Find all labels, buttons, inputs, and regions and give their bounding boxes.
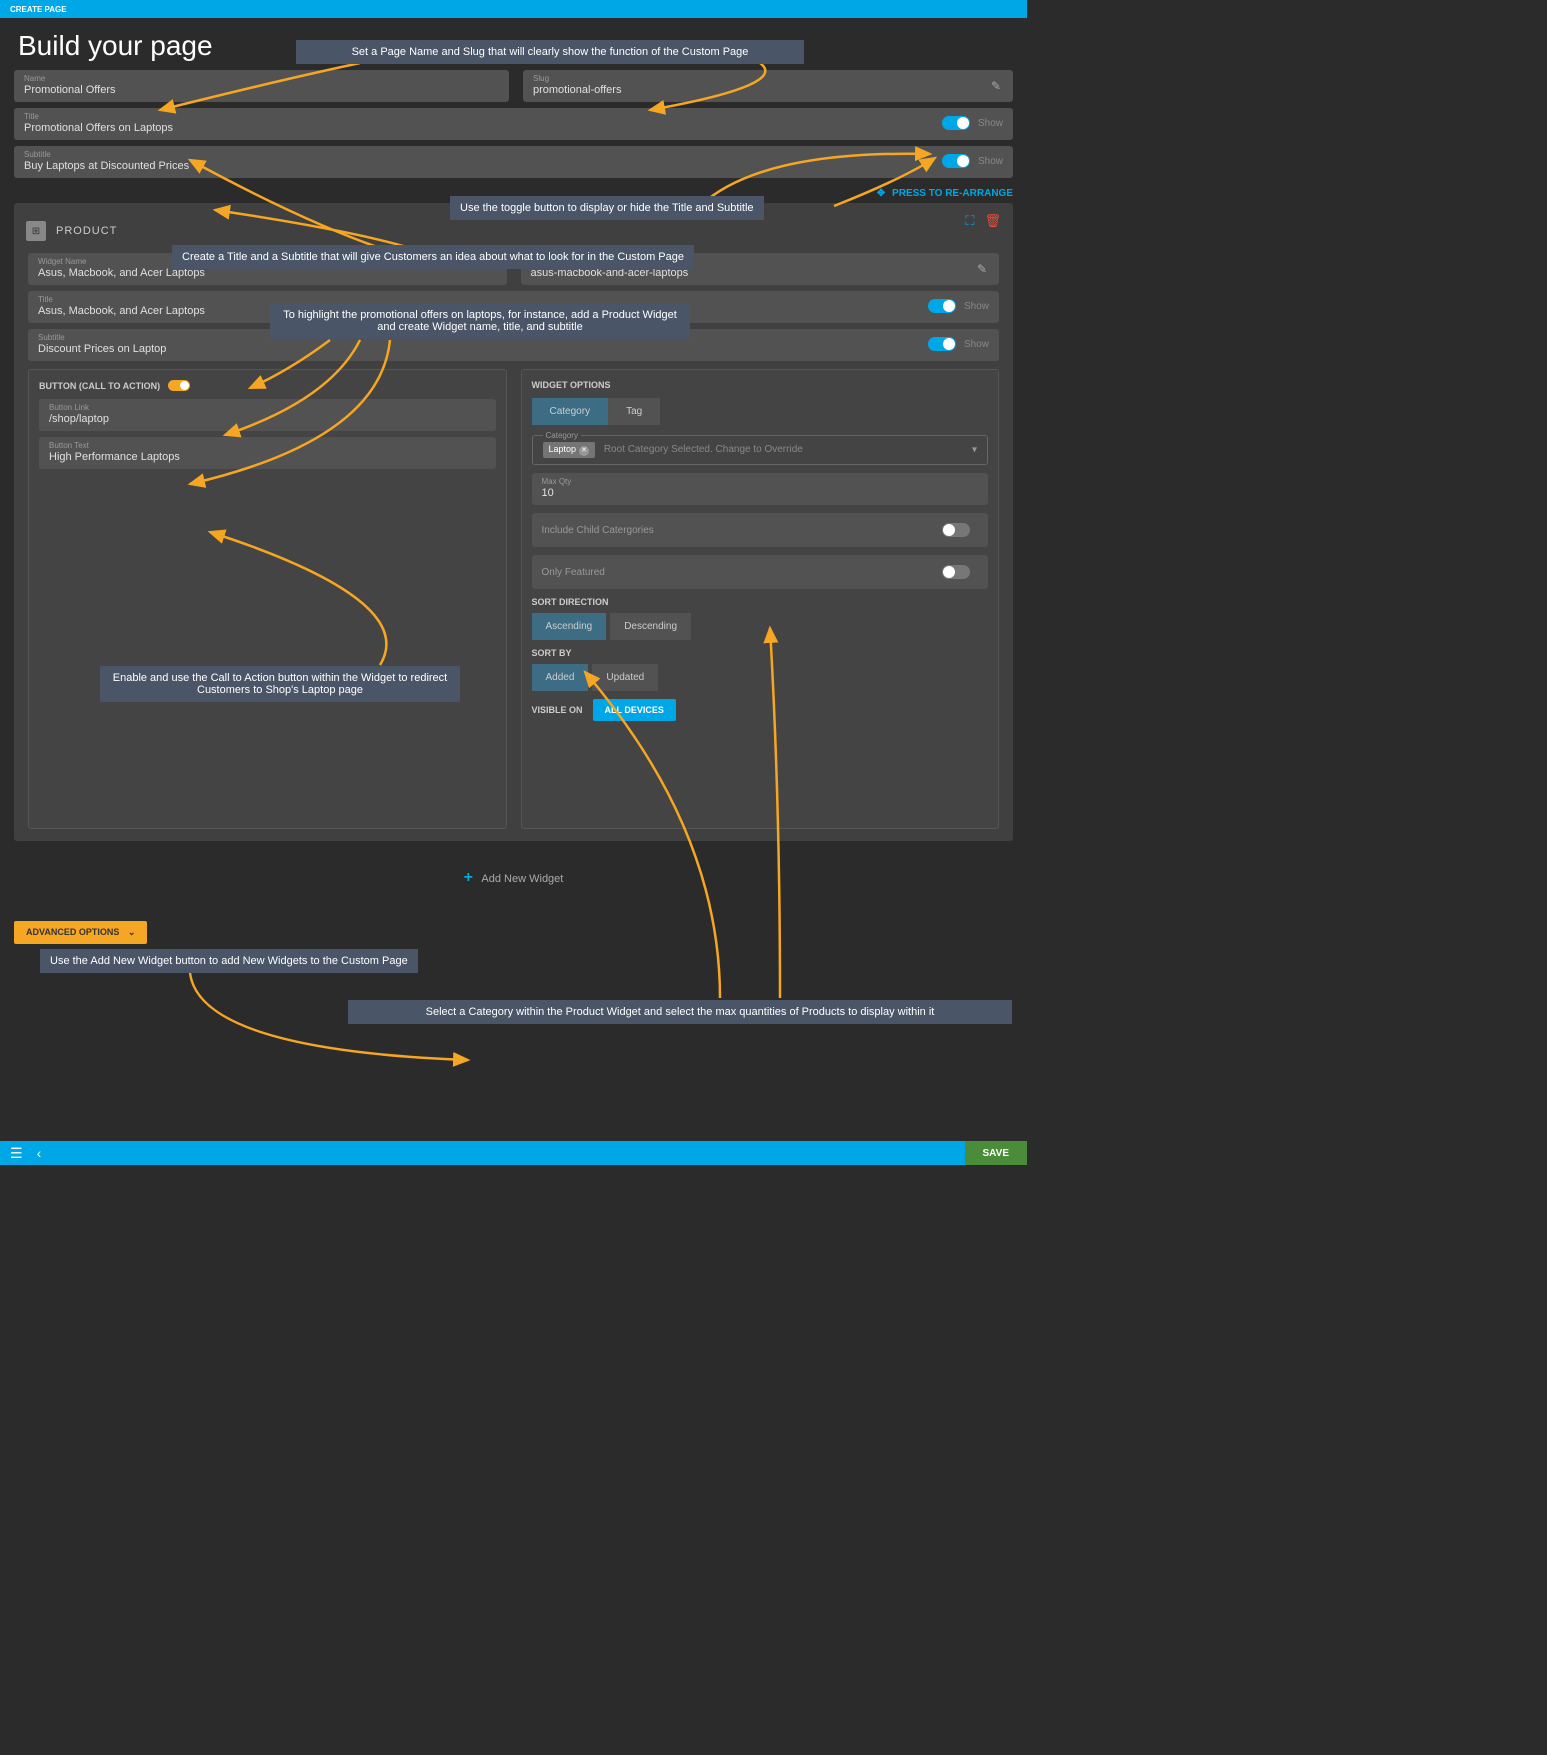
- sort-ascending[interactable]: Ascending: [532, 613, 607, 640]
- chevron-down-icon: ⌄: [128, 927, 136, 937]
- annotation: Set a Page Name and Slug that will clear…: [296, 40, 804, 64]
- sort-descending[interactable]: Descending: [610, 613, 691, 640]
- visible-devices[interactable]: ALL DEVICES: [593, 699, 676, 721]
- name-label: Name: [24, 74, 499, 83]
- tab-category[interactable]: Category: [532, 398, 609, 425]
- options-header: WIDGET OPTIONS: [532, 380, 989, 390]
- widget-subtitle-toggle[interactable]: [928, 337, 956, 351]
- widget-panel: ⛶ 🗑 ⊞ PRODUCT Widget Name Asus, Macbook,…: [14, 203, 1013, 841]
- button-text-field[interactable]: Button Text High Performance Laptops: [39, 437, 496, 469]
- only-featured-toggle[interactable]: [942, 565, 970, 579]
- annotation: Enable and use the Call to Action button…: [100, 666, 460, 702]
- edit-icon[interactable]: ✎: [991, 79, 1001, 93]
- button-link-field[interactable]: Button Link /shop/laptop: [39, 399, 496, 431]
- slug-field[interactable]: Slug promotional-offers ✎: [523, 70, 1013, 102]
- title-value: Promotional Offers on Laptops: [24, 122, 173, 134]
- tab-tag[interactable]: Tag: [608, 398, 660, 425]
- subtitle-value: Buy Laptops at Discounted Prices: [24, 160, 189, 172]
- back-icon[interactable]: ‹: [37, 1145, 42, 1161]
- cta-toggle[interactable]: [168, 380, 190, 391]
- sortby-updated[interactable]: Updated: [592, 664, 658, 691]
- category-select[interactable]: Category Laptop✕ Root Category Selected.…: [532, 435, 989, 465]
- sortby-added[interactable]: Added: [532, 664, 589, 691]
- name-field[interactable]: Name Promotional Offers: [14, 70, 509, 102]
- slug-label: Slug: [533, 74, 1003, 83]
- expand-icon[interactable]: ⛶: [965, 213, 974, 229]
- plus-icon: +: [464, 869, 473, 886]
- title-toggle-label: Show: [978, 118, 1003, 129]
- cta-panel: BUTTON (CALL TO ACTION) Button Link /sho…: [28, 369, 507, 829]
- slug-value: promotional-offers: [533, 84, 621, 96]
- close-icon[interactable]: ✕: [579, 446, 589, 456]
- subtitle-label: Subtitle: [24, 150, 942, 159]
- title-toggle[interactable]: [942, 116, 970, 130]
- annotation: Create a Title and a Subtitle that will …: [172, 245, 694, 269]
- max-qty-field[interactable]: Max Qty 10: [532, 473, 989, 505]
- bottom-bar: ☰ ‹: [0, 1141, 1027, 1165]
- options-panel: WIDGET OPTIONS Category Tag Category Lap…: [521, 369, 1000, 829]
- subtitle-toggle-label: Show: [978, 156, 1003, 167]
- include-child-toggle[interactable]: [942, 523, 970, 537]
- advanced-options-button[interactable]: ADVANCED OPTIONS ⌄: [14, 921, 147, 944]
- subtitle-field[interactable]: Subtitle Buy Laptops at Discounted Price…: [14, 146, 1013, 178]
- widget-title-toggle[interactable]: [928, 299, 956, 313]
- delete-icon[interactable]: 🗑: [984, 213, 1001, 229]
- title-label: Title: [24, 112, 942, 121]
- widget-type: PRODUCT: [56, 225, 117, 237]
- annotation: To highlight the promotional offers on l…: [270, 303, 690, 339]
- title-field[interactable]: Title Promotional Offers on Laptops Show: [14, 108, 1013, 140]
- add-widget-button[interactable]: + Add New Widget: [14, 851, 1013, 905]
- top-bar-title: CREATE PAGE: [10, 5, 67, 14]
- include-child-row: Include Child Catergories: [532, 513, 989, 547]
- annotation: Use the Add New Widget button to add New…: [40, 949, 418, 973]
- annotation: Use the toggle button to display or hide…: [450, 196, 764, 220]
- chevron-down-icon: ▾: [972, 445, 977, 456]
- product-icon: ⊞: [26, 221, 46, 241]
- move-icon: ✥: [877, 188, 885, 199]
- menu-icon[interactable]: ☰: [10, 1145, 23, 1162]
- edit-icon[interactable]: ✎: [977, 262, 987, 276]
- annotation: Select a Category within the Product Wid…: [348, 1000, 1012, 1024]
- subtitle-toggle[interactable]: [942, 154, 970, 168]
- category-chip[interactable]: Laptop✕: [543, 442, 596, 458]
- top-bar: CREATE PAGE: [0, 0, 1027, 18]
- save-button[interactable]: SAVE: [965, 1141, 1028, 1165]
- cta-header: BUTTON (CALL TO ACTION): [39, 381, 160, 391]
- only-featured-row: Only Featured: [532, 555, 989, 589]
- name-value: Promotional Offers: [24, 84, 116, 96]
